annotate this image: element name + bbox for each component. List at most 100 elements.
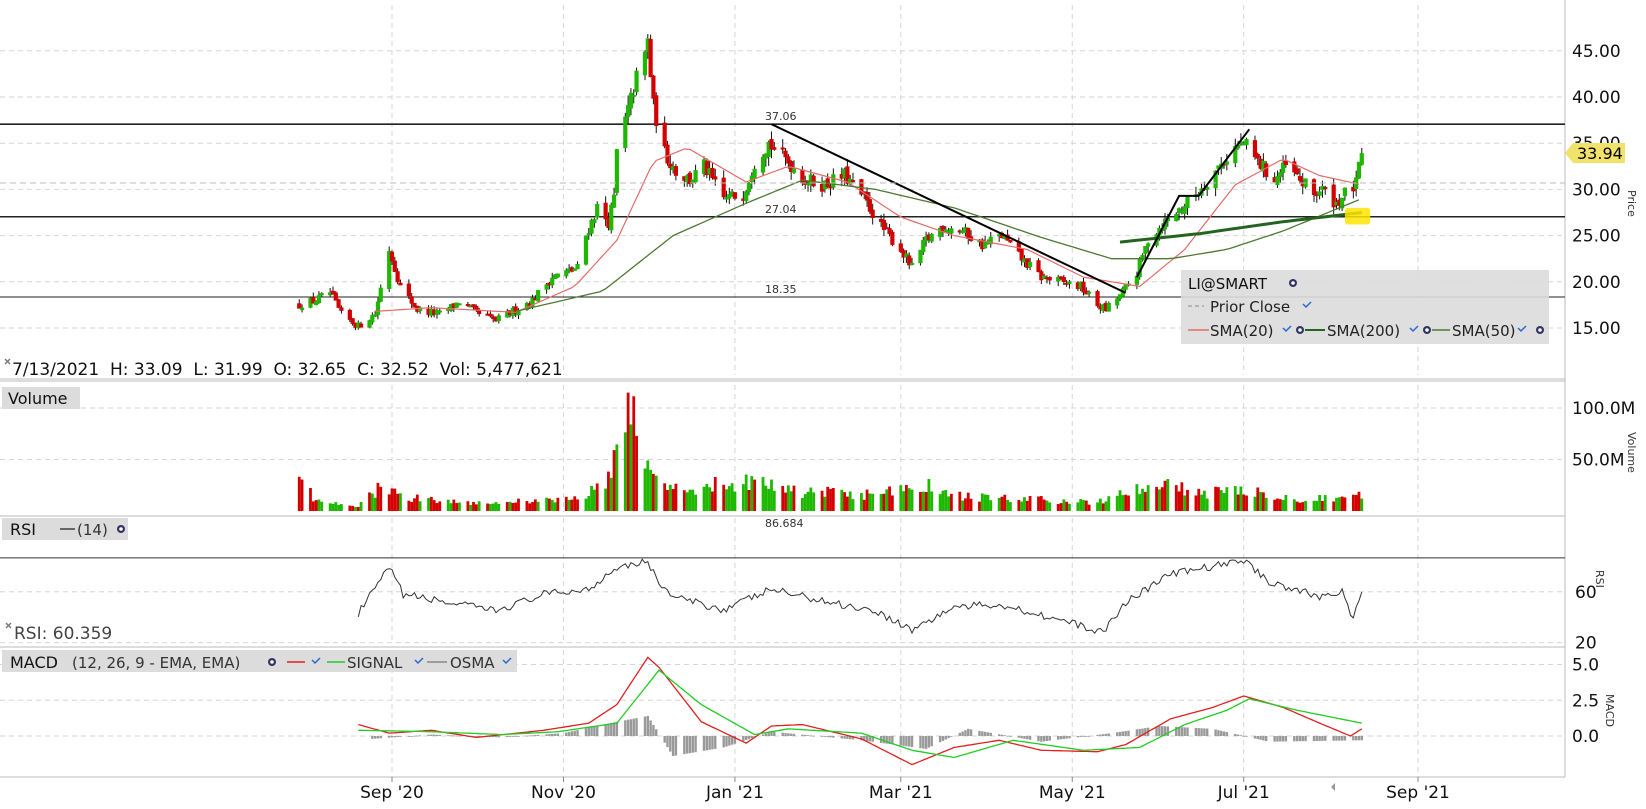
sma20-settings-icon[interactable] (1296, 326, 1304, 334)
osma-bar (626, 719, 630, 736)
osma-bar (1332, 736, 1335, 741)
osma-bar (1279, 736, 1282, 742)
candle-body (867, 199, 872, 212)
volume-bar (1318, 494, 1322, 511)
candle-body (595, 204, 600, 218)
osma-bar (705, 736, 709, 751)
osma-bar (1158, 725, 1161, 736)
volume-bar (722, 484, 726, 511)
volume-panel[interactable]: Volume 50.0M 100.0M Volume (2, 387, 1638, 511)
osma-bar (820, 736, 824, 737)
volume-bar (964, 498, 967, 511)
osma-bar (1200, 728, 1203, 736)
candle-body (634, 70, 639, 93)
candle-body (1008, 240, 1013, 243)
candle-body (1297, 175, 1303, 181)
candle-body (457, 303, 462, 306)
volume-bar (553, 502, 557, 511)
osma-bar (1242, 735, 1245, 737)
volume-bar (1315, 500, 1319, 511)
osma-bar (376, 736, 380, 739)
volume-bar (1321, 500, 1324, 511)
volume-bars (297, 392, 1364, 511)
volume-bar (784, 492, 787, 511)
volume-bar (840, 489, 844, 511)
rsi-param: (14) (77, 521, 108, 539)
osma-bar (1335, 736, 1338, 741)
readout-close-icon[interactable] (4, 358, 11, 365)
volume-bar (376, 482, 380, 511)
volume-bar (1166, 479, 1170, 511)
volume-bar (947, 496, 950, 511)
osma-bars (371, 715, 1363, 757)
volume-bar (1059, 503, 1063, 511)
sma50-settings-icon[interactable] (1536, 326, 1544, 334)
candle-body (1311, 179, 1317, 196)
osma-bar (410, 736, 413, 737)
candle-body (831, 174, 836, 188)
osma-bar (1194, 727, 1198, 736)
osma-bar (787, 733, 790, 736)
volume-bar (1096, 502, 1099, 511)
volume-bar (1180, 482, 1184, 511)
osma-bar (941, 736, 945, 741)
osma-bar (784, 733, 787, 736)
osma-bar (944, 736, 947, 740)
sma200-settings-icon[interactable] (1423, 326, 1431, 334)
macd-panel[interactable]: MACD (12, 26, 9 - EMA, EMA) SIGNAL OSMA … (2, 650, 1616, 766)
volume-bar (331, 503, 335, 511)
volume-bar (1278, 499, 1282, 511)
volume-bar (772, 490, 776, 511)
legend-sma50: SMA(50) (1452, 322, 1516, 340)
highlight-box[interactable] (1344, 207, 1371, 225)
macd-settings-icon[interactable] (268, 658, 276, 666)
volume-bar (592, 489, 596, 511)
volume-bar (1298, 502, 1302, 511)
volume-bar (713, 476, 717, 511)
rsi-settings-icon[interactable] (117, 525, 125, 533)
candle-body (850, 180, 856, 183)
candle-body (1174, 214, 1179, 222)
volume-bar (432, 500, 436, 511)
osma-bar (997, 734, 1001, 736)
osma-bar (1079, 736, 1082, 737)
candle-body (631, 94, 636, 97)
osma-bar (635, 718, 638, 736)
chart-svg[interactable]: 37.0627.0418.35 15.0020.0025.0030.0035.0… (0, 0, 1646, 805)
osma-bar (1023, 736, 1026, 739)
volume-bar (1357, 491, 1361, 511)
candle-body (1081, 281, 1086, 293)
volume-bar (587, 495, 591, 511)
osma-bar (1161, 726, 1164, 736)
osma-bar (1096, 734, 1099, 736)
osma-bar (604, 724, 607, 736)
osma-bar (1166, 726, 1170, 736)
volume-bar (1177, 491, 1181, 511)
osma-bar (567, 731, 571, 736)
volume-bar (924, 492, 928, 511)
volume-bar (536, 501, 540, 511)
legend[interactable]: LI@SMART Prior Close SMA(20) SMA(200) SM… (1181, 270, 1549, 344)
candle-body (496, 315, 501, 322)
stock-chart[interactable]: 37.0627.0418.35 15.0020.0025.0030.0035.0… (0, 0, 1646, 805)
volume-bar (1217, 487, 1220, 511)
volume-bar (890, 495, 894, 511)
volume-bar (1335, 497, 1338, 511)
volume-bar (666, 489, 669, 511)
osma-bar (1273, 736, 1276, 742)
volume-bar (986, 494, 990, 511)
volume-bar (387, 494, 391, 511)
rsi-panel[interactable]: RSI (14) 86.684 2060 RSI: 60.359 RSI (2, 517, 1606, 654)
horizontal-levels[interactable]: 37.06 27.04 18.35 (0, 110, 1565, 298)
volume-bar (317, 499, 321, 511)
candle-body (1106, 303, 1111, 312)
volume-bar (359, 501, 363, 511)
volume-bar (1239, 486, 1243, 511)
osma-bar (1020, 736, 1023, 739)
current-date-marker[interactable] (1331, 783, 1335, 791)
legend-title-settings-icon[interactable] (1289, 279, 1297, 287)
volume-bar (843, 492, 846, 511)
candle-body (575, 263, 580, 270)
rsi-readout-close-icon[interactable] (5, 622, 12, 629)
volume-bar (983, 494, 987, 511)
